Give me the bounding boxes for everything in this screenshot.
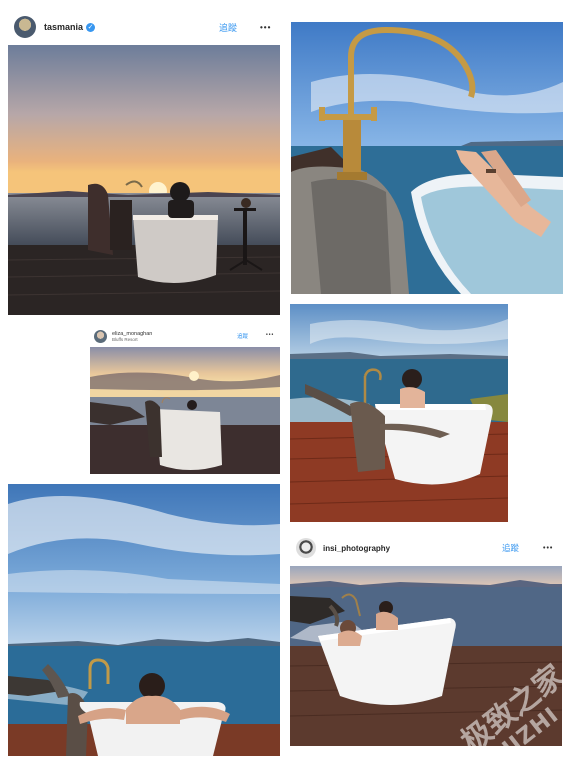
follow-button[interactable]: 追蹤 xyxy=(237,332,248,340)
more-dots-icon[interactable]: ••• xyxy=(260,23,271,32)
follow-button[interactable]: 追蹤 xyxy=(219,21,237,34)
location-label[interactable]: Bluffs Resort xyxy=(112,337,152,342)
post-photo-couple-bath[interactable]: 极致之家 JIZHI xyxy=(290,566,562,746)
post-header-eliza: eliza_monaghan Bluffs Resort 追蹤 ••• xyxy=(94,327,280,345)
more-dots-icon[interactable]: ••• xyxy=(543,545,553,552)
follow-button[interactable]: 追蹤 xyxy=(502,542,519,554)
post-photo-red-deck-bath[interactable] xyxy=(290,304,508,522)
post-header-insi: insi_photography 追蹤 ••• xyxy=(296,537,558,559)
post-photo-tap-closeup[interactable] xyxy=(291,22,563,294)
post-photo-small-sunset[interactable] xyxy=(90,347,280,474)
avatar[interactable] xyxy=(14,16,36,38)
avatar[interactable] xyxy=(296,538,316,558)
username[interactable]: insi_photography xyxy=(323,544,390,553)
verified-check-icon: ✓ xyxy=(86,22,96,32)
username[interactable]: tasmania xyxy=(44,22,83,32)
more-dots-icon[interactable]: ••• xyxy=(266,332,274,338)
avatar[interactable] xyxy=(94,329,107,343)
post-photo-blue-sky-bath[interactable] xyxy=(8,484,280,756)
post-photo-sunset-bath[interactable] xyxy=(8,45,280,315)
post-header-tasmania: tasmania ✓ 追蹤 ••• xyxy=(14,14,280,40)
